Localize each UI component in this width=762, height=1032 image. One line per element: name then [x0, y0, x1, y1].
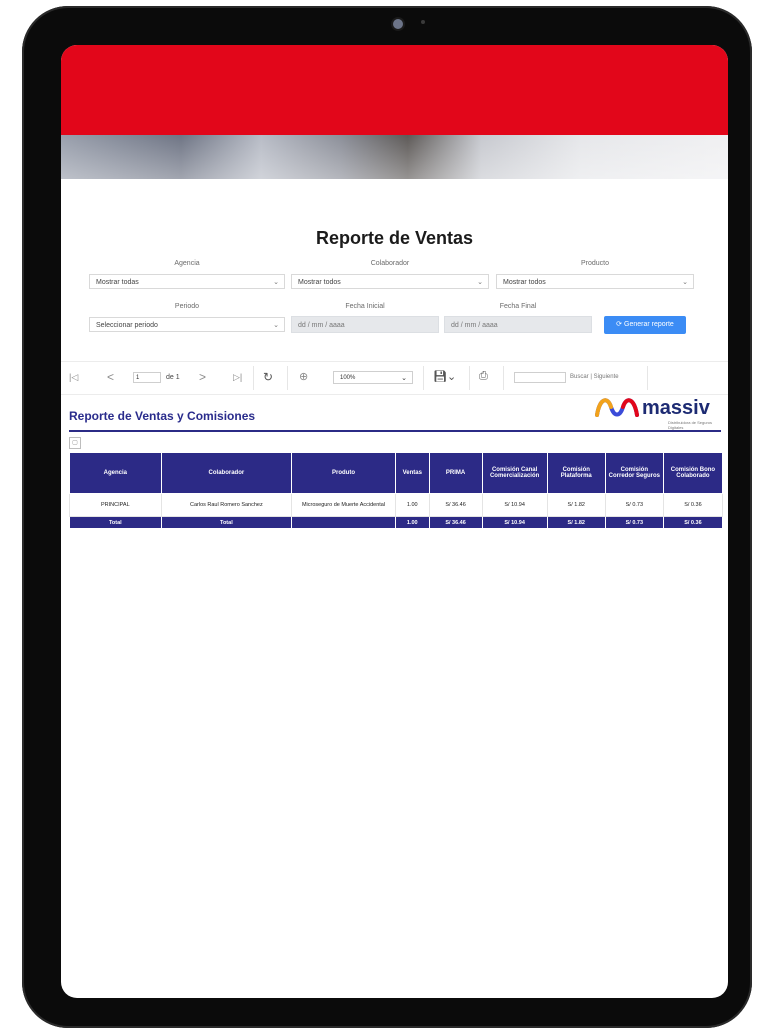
- toolbar-separator: [503, 366, 504, 390]
- zoom-icon[interactable]: ⊕: [299, 370, 308, 383]
- table-cell: S/ 0.73: [604, 493, 664, 517]
- column-header: PRIMA: [428, 452, 483, 494]
- column-header: Agencia: [69, 452, 162, 494]
- first-page-icon[interactable]: |◁: [69, 372, 78, 383]
- toolbar-separator: [253, 366, 254, 390]
- find-button[interactable]: Buscar: [570, 374, 589, 380]
- logo-text: massiv: [642, 397, 710, 419]
- total-cell: S/ 1.82: [546, 516, 606, 529]
- column-header: Ventas: [394, 452, 430, 494]
- table-cell: S/ 36.46: [428, 493, 483, 517]
- sensor-dot: [421, 20, 425, 24]
- table-cell: PRINCIPAL: [69, 493, 162, 517]
- page-number-input[interactable]: 1: [133, 372, 161, 383]
- periodo-label: Periodo: [174, 303, 200, 310]
- toolbar-separator: [423, 366, 424, 390]
- fecha-final-label: Fecha Final: [499, 303, 537, 310]
- massiv-logo-icon: [595, 398, 639, 417]
- colaborador-label: Colaborador: [370, 260, 410, 267]
- column-header: Colaborador: [160, 452, 293, 494]
- table-cell: 1.00: [394, 493, 430, 517]
- zoom-value: 100%: [340, 375, 356, 381]
- report-table: Agencia Colaborador Produto Ventas PRIMA…: [69, 452, 724, 529]
- find-controls: Buscar | Siguiente: [570, 374, 619, 380]
- fecha-final-input[interactable]: dd / mm / aaaa: [444, 316, 592, 333]
- column-header: Comisión Plataforma: [546, 452, 606, 494]
- last-page-icon[interactable]: ▷|: [233, 372, 242, 383]
- table-cell: S/ 0.36: [662, 493, 724, 517]
- producto-value: Mostrar todos: [503, 279, 546, 286]
- save-icon[interactable]: 💾︎⌄: [433, 370, 456, 383]
- report-divider: [69, 430, 721, 432]
- producto-select[interactable]: Mostrar todos ⌄: [496, 274, 694, 289]
- column-header: Comisión Canal Comercialización: [481, 452, 548, 494]
- fecha-inicial-input[interactable]: dd / mm / aaaa: [291, 316, 439, 333]
- agencia-select[interactable]: Mostrar todas ⌄: [89, 274, 285, 289]
- periodo-value: Seleccionar periodo: [96, 322, 158, 329]
- total-cell: S/ 0.73: [604, 516, 664, 529]
- generate-report-label: Generar reporte: [624, 321, 674, 328]
- toolbar-separator: [287, 366, 288, 390]
- find-input[interactable]: [514, 372, 566, 383]
- print-icon[interactable]: ⎙: [479, 370, 488, 383]
- generate-report-button[interactable]: ⟳ Generar reporte: [604, 316, 686, 334]
- table-cell: Carlos Raul Romero Sanchez: [160, 493, 293, 517]
- column-header: Comisión Bono Colaborado: [662, 452, 724, 494]
- header-banner: [61, 45, 728, 135]
- table-cell: S/ 1.82: [546, 493, 606, 517]
- colaborador-select[interactable]: Mostrar todos ⌄: [291, 274, 489, 289]
- find-next-button[interactable]: Siguiente: [594, 374, 619, 380]
- banner-image: [61, 135, 728, 179]
- colaborador-value: Mostrar todos: [298, 279, 341, 286]
- chevron-down-icon: ⌄: [682, 279, 688, 286]
- total-cell: [291, 516, 396, 529]
- refresh-icon[interactable]: ↻: [263, 370, 273, 384]
- periodo-select[interactable]: Seleccionar periodo ⌄: [89, 317, 285, 332]
- chevron-down-icon: ⌄: [477, 279, 483, 286]
- total-cell: Total: [69, 516, 162, 529]
- table-cell: S/ 10.94: [481, 493, 548, 517]
- total-cell: S/ 0.36: [662, 516, 724, 529]
- toolbar-separator: [647, 366, 648, 390]
- table-cell: Microseguro de Muerte Accidental: [291, 493, 396, 517]
- chevron-down-icon: ⌄: [401, 375, 407, 382]
- producto-label: Producto: [580, 260, 610, 267]
- logo-tagline: Distribuidora de Seguros Digitales: [668, 420, 713, 430]
- page-title: Reporte de Ventas: [315, 228, 474, 248]
- table-total-row: Total Total 1.00 S/ 36.46 S/ 10.94 S/ 1.…: [69, 516, 724, 529]
- column-header: Produto: [291, 452, 396, 494]
- total-cell: S/ 10.94: [481, 516, 548, 529]
- toolbar-separator: [469, 366, 470, 390]
- zoom-select[interactable]: 100% ⌄: [333, 371, 413, 384]
- chevron-down-icon: ⌄: [273, 279, 279, 286]
- report-toolbar: |◁ < 1 de 1 > ▷| ↻ ⊕ 100% ⌄ 💾︎⌄ ⎙ Buscar…: [61, 361, 728, 395]
- table-header-row: Agencia Colaborador Produto Ventas PRIMA…: [69, 452, 724, 494]
- total-cell: Total: [160, 516, 293, 529]
- page-count-label: de 1: [166, 374, 180, 381]
- table-row: PRINCIPAL Carlos Raul Romero Sanchez Mic…: [69, 493, 724, 517]
- fecha-inicial-label: Fecha Inicial: [345, 303, 385, 310]
- agencia-label: Agencia: [174, 260, 200, 267]
- next-page-icon[interactable]: >: [199, 370, 206, 384]
- report-title: Reporte de Ventas y Comisiones: [69, 409, 256, 423]
- export-icon[interactable]: ▢: [69, 437, 81, 449]
- camera-icon: [391, 17, 405, 31]
- chevron-down-icon: ⌄: [273, 322, 279, 329]
- agencia-value: Mostrar todas: [96, 279, 139, 286]
- refresh-icon: ⟳: [616, 321, 623, 328]
- prev-page-icon[interactable]: <: [107, 370, 114, 384]
- total-cell: S/ 36.46: [428, 516, 483, 529]
- total-cell: 1.00: [394, 516, 430, 529]
- column-header: Comisión Corredor Seguros: [604, 452, 664, 494]
- screen: Reporte de Ventas Agencia Mostrar todas …: [61, 45, 728, 998]
